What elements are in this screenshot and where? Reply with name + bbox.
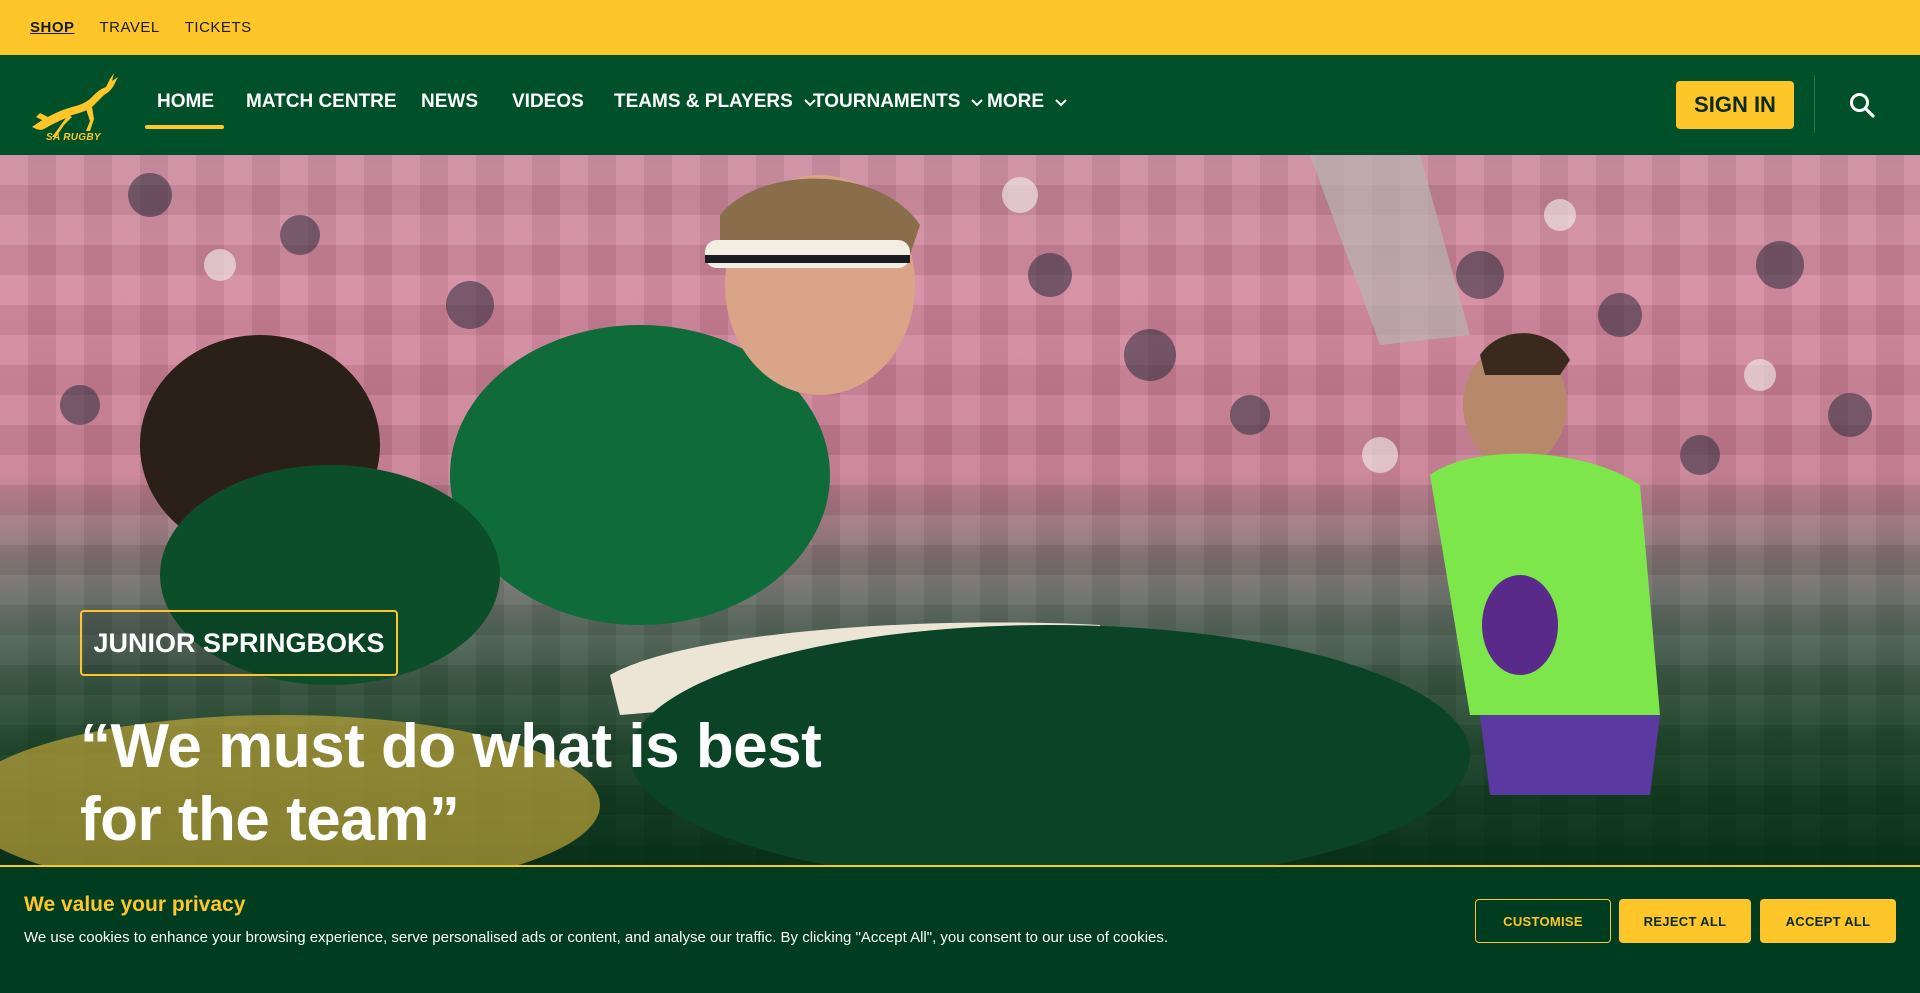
category-badge[interactable]: JUNIOR SPRINGBOKS bbox=[80, 610, 398, 676]
chevron-down-icon bbox=[971, 99, 984, 107]
nav-label: NEWS bbox=[421, 91, 478, 112]
chevron-down-icon bbox=[1055, 99, 1067, 107]
search-button[interactable] bbox=[1848, 91, 1876, 119]
nav-item-teams-players[interactable]: TEAMS & PLAYERS bbox=[614, 91, 817, 113]
utility-link-shop[interactable]: SHOP bbox=[30, 19, 75, 36]
cookie-title: We value your privacy bbox=[24, 893, 246, 916]
reject-all-button[interactable]: REJECT ALL bbox=[1619, 899, 1751, 943]
hero-headline[interactable]: “We must do what is best for the team” bbox=[80, 710, 880, 856]
utility-link-tickets[interactable]: TICKETS bbox=[185, 19, 252, 36]
utility-link-travel[interactable]: TRAVEL bbox=[100, 19, 160, 36]
nav-label: TOURNAMENTS bbox=[813, 91, 961, 112]
active-indicator bbox=[145, 125, 224, 129]
nav-item-news[interactable]: NEWS bbox=[421, 91, 478, 113]
nav-label: MORE bbox=[987, 91, 1044, 112]
nav-label: TEAMS & PLAYERS bbox=[614, 91, 793, 112]
customise-button[interactable]: CUSTOMISE bbox=[1475, 899, 1611, 943]
nav-item-match-centre[interactable]: MATCH CENTRE bbox=[246, 91, 397, 113]
logo-text: SA RUGBY bbox=[46, 132, 101, 143]
nav-item-home[interactable]: HOME bbox=[157, 91, 214, 113]
nav-label: HOME bbox=[157, 91, 214, 112]
sign-in-button[interactable]: SIGN IN bbox=[1676, 81, 1794, 129]
main-nav: SA RUGBY HOME MATCH CENTRE NEWS VIDEOS T… bbox=[0, 55, 1920, 155]
nav-item-more[interactable]: MORE bbox=[987, 91, 1068, 113]
accept-all-button[interactable]: ACCEPT ALL bbox=[1760, 899, 1896, 943]
nav-label: VIDEOS bbox=[512, 91, 584, 112]
nav-item-videos[interactable]: VIDEOS bbox=[512, 91, 584, 113]
nav-label: MATCH CENTRE bbox=[246, 91, 397, 112]
nav-item-tournaments[interactable]: TOURNAMENTS bbox=[813, 91, 984, 113]
nav-divider bbox=[1814, 75, 1815, 133]
hero-banner[interactable]: JUNIOR SPRINGBOKS “We must do what is be… bbox=[0, 155, 1920, 865]
utility-bar: SHOP TRAVEL TICKETS bbox=[0, 0, 1920, 55]
search-icon bbox=[1850, 93, 1875, 118]
cookie-description: We use cookies to enhance your browsing … bbox=[24, 929, 1169, 946]
cookie-banner: We value your privacy We use cookies to … bbox=[0, 865, 1920, 993]
